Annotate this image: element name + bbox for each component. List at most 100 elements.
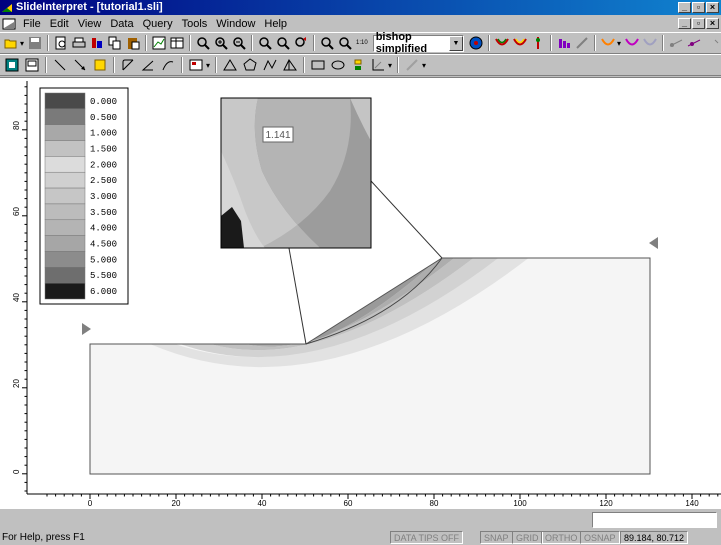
restore-button[interactable]: ▫ — [692, 2, 705, 13]
edit-drawing-dropdown-icon[interactable]: ▾ — [422, 61, 426, 70]
text-box-dropdown-icon[interactable]: ▾ — [206, 61, 210, 70]
doc-minimize-button[interactable]: _ — [678, 18, 691, 29]
open-button[interactable] — [4, 35, 18, 51]
status-bar: For Help, press F1 DATA TIPS OFF SNAP GR… — [0, 530, 721, 545]
global-minimum-button[interactable] — [469, 35, 483, 51]
rectangle-tool-button[interactable] — [310, 57, 326, 73]
zoom-in-button[interactable] — [214, 35, 228, 51]
legend-swatch — [44, 124, 86, 141]
symbol-tool-button[interactable] — [350, 57, 366, 73]
angle-tool-button[interactable] — [140, 57, 156, 73]
text-box-button[interactable] — [188, 57, 204, 73]
show-nodes-button[interactable] — [669, 35, 683, 51]
legend-swatch — [44, 235, 86, 252]
cut-button[interactable] — [90, 35, 104, 51]
slope-geometry[interactable] — [82, 237, 658, 475]
zoom-scale-button[interactable]: 1:10 — [356, 40, 368, 46]
ortho-toggle[interactable]: ORTHO — [541, 531, 582, 544]
command-input[interactable] — [592, 512, 717, 528]
legend-label: 4.500 — [90, 240, 117, 250]
axis-tool-button[interactable] — [370, 57, 386, 73]
doc-close-button[interactable]: × — [706, 18, 719, 29]
menu-tools[interactable]: Tools — [179, 18, 214, 30]
paste-button[interactable] — [126, 35, 140, 51]
zoom-slope-button[interactable] — [338, 35, 352, 51]
query-dropdown-icon[interactable]: ▾ — [617, 39, 621, 48]
query-button[interactable] — [601, 35, 615, 51]
polyline-icon — [263, 59, 277, 71]
floppy-icon — [29, 37, 42, 49]
freehand-tool-button[interactable] — [160, 57, 176, 73]
right-marker-icon — [649, 237, 658, 249]
arrows-button[interactable] — [705, 35, 719, 51]
globe-icon — [469, 36, 483, 50]
menu-edit[interactable]: Edit — [47, 18, 75, 30]
axis-dropdown-icon[interactable]: ▾ — [388, 61, 392, 70]
angle-icon — [141, 60, 154, 71]
show-loads-button[interactable] — [687, 35, 701, 51]
slip-centers-icon — [535, 37, 540, 49]
slope-model-view[interactable]: 0 20 40 60 80 0 20 40 60 80 100 120 140 — [0, 78, 721, 509]
minimize-button[interactable]: _ — [678, 2, 691, 13]
delete-query-button[interactable] — [643, 35, 657, 51]
menu-view[interactable]: View — [75, 18, 108, 30]
title-bar: SlideInterpret - [tutorial1.sli] _ ▫ × — [0, 0, 721, 15]
polygon-tool-button[interactable] — [242, 57, 258, 73]
line-tool-button[interactable] — [52, 57, 68, 73]
zoom-window-button[interactable] — [258, 35, 272, 51]
chevron-down-icon[interactable]: ▼ — [448, 35, 463, 51]
arc-icon — [122, 59, 134, 71]
polyline-tool-button[interactable] — [262, 57, 278, 73]
open-dropdown-icon[interactable]: ▾ — [20, 39, 24, 48]
dimension-tool-button[interactable] — [92, 57, 108, 73]
drawing-canvas[interactable]: 0 20 40 60 80 0 20 40 60 80 100 120 140 — [0, 77, 721, 508]
chart-button[interactable] — [152, 35, 166, 51]
zoom-extents-button[interactable] — [320, 35, 334, 51]
pan-button[interactable] — [294, 35, 308, 51]
zoom-previous-button[interactable] — [276, 35, 290, 51]
data-tips-toggle[interactable]: DATA TIPS OFF — [390, 531, 464, 544]
legend-label: 4.000 — [90, 224, 117, 234]
show-slices-button[interactable] — [557, 35, 571, 51]
legend-swatch — [44, 92, 86, 110]
legend-swatch — [44, 251, 86, 268]
save-button[interactable] — [28, 35, 42, 51]
menu-data[interactable]: Data — [107, 18, 139, 30]
filled-polygon-tool-button[interactable] — [282, 57, 298, 73]
arc-tool-button[interactable] — [120, 57, 136, 73]
draw-line-button[interactable] — [575, 35, 589, 51]
copy-button[interactable] — [108, 35, 122, 51]
print-preview-button[interactable] — [54, 35, 68, 51]
zoom-all-button[interactable] — [196, 35, 210, 51]
all-surfaces-button[interactable] — [513, 35, 527, 51]
doc-restore-button[interactable]: ▫ — [692, 18, 705, 29]
grid-toggle[interactable]: GRID — [512, 531, 543, 544]
menu-query[interactable]: Query — [140, 18, 179, 30]
axis-icon — [372, 59, 385, 71]
legend-label: 0.500 — [90, 113, 117, 123]
safety-factor-label: 1.141 — [265, 130, 290, 141]
legend-swatch — [44, 219, 86, 236]
menu-window[interactable]: Window — [213, 18, 261, 30]
triangle-tool-button[interactable] — [222, 57, 238, 73]
print-button[interactable] — [72, 35, 86, 51]
edit-drawing-button[interactable] — [404, 57, 420, 73]
properties-button[interactable] — [4, 57, 20, 73]
ellipse-tool-button[interactable] — [330, 57, 346, 73]
minimum-surfaces-button[interactable] — [495, 35, 509, 51]
table-button[interactable] — [170, 35, 184, 51]
graph-query-button[interactable] — [625, 35, 639, 51]
slip-centers-button[interactable] — [531, 35, 545, 51]
snap-toggle[interactable]: SNAP — [480, 531, 513, 544]
detail-inset[interactable]: 1.141 — [220, 97, 372, 249]
x-tick-label: 100 — [513, 499, 527, 508]
menu-file[interactable]: File — [20, 18, 47, 30]
zoom-out-button[interactable] — [232, 35, 246, 51]
menu-help[interactable]: Help — [261, 18, 293, 30]
rectangle-icon — [311, 60, 325, 70]
analysis-method-select[interactable]: bishop simplified ▼ — [372, 31, 464, 55]
close-button[interactable]: × — [706, 2, 719, 13]
arrow-tool-button[interactable] — [72, 57, 88, 73]
osnap-toggle[interactable]: OSNAP — [580, 531, 620, 544]
layout-button[interactable] — [24, 57, 40, 73]
